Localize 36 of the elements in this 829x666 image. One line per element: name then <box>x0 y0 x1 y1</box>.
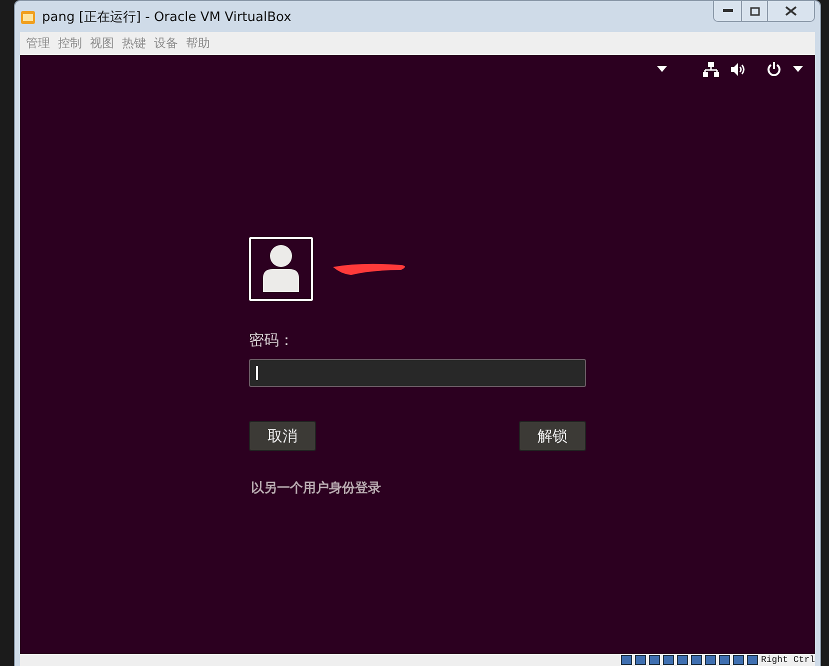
maximize-button[interactable] <box>742 1 768 21</box>
menu-item[interactable]: 帮助 <box>182 35 214 52</box>
status-icon[interactable] <box>662 655 674 665</box>
close-button[interactable] <box>768 1 814 21</box>
password-field[interactable] <box>249 359 586 387</box>
menu-item[interactable]: 控制 <box>54 35 86 52</box>
user-avatar <box>249 237 313 301</box>
status-icon[interactable] <box>718 655 730 665</box>
menu-item[interactable]: 设备 <box>150 35 182 52</box>
minimize-icon <box>722 9 732 13</box>
menu-item[interactable]: 热键 <box>118 35 150 52</box>
minimize-button[interactable] <box>714 1 742 21</box>
password-label: 密码： <box>249 331 295 350</box>
close-icon <box>785 6 797 16</box>
status-icon[interactable] <box>676 655 688 665</box>
maximize-icon <box>750 6 760 16</box>
host-key-label: Right Ctrl <box>760 655 815 665</box>
dropdown-arrow-icon[interactable] <box>793 66 803 72</box>
status-icon[interactable] <box>746 655 758 665</box>
status-icon[interactable] <box>648 655 660 665</box>
menu-item[interactable]: 视图 <box>86 35 118 52</box>
status-icon[interactable] <box>634 655 646 665</box>
cancel-button[interactable]: 取消 <box>249 421 316 451</box>
unlock-button[interactable]: 解锁 <box>519 421 586 451</box>
status-icon[interactable] <box>732 655 744 665</box>
menu-item[interactable]: 管理 <box>22 35 54 52</box>
status-icon[interactable] <box>704 655 716 665</box>
status-icon[interactable] <box>690 655 702 665</box>
status-icon[interactable] <box>620 655 632 665</box>
network-icon[interactable] <box>703 62 719 76</box>
window-title: pang [正在运行] - Oracle VM VirtualBox <box>42 8 292 26</box>
dropdown-arrow-icon[interactable] <box>657 66 667 72</box>
volume-icon[interactable] <box>731 62 747 76</box>
power-icon[interactable] <box>767 62 781 76</box>
switch-user-link[interactable]: 以另一个用户身份登录 <box>251 479 586 497</box>
app-icon <box>20 8 36 24</box>
